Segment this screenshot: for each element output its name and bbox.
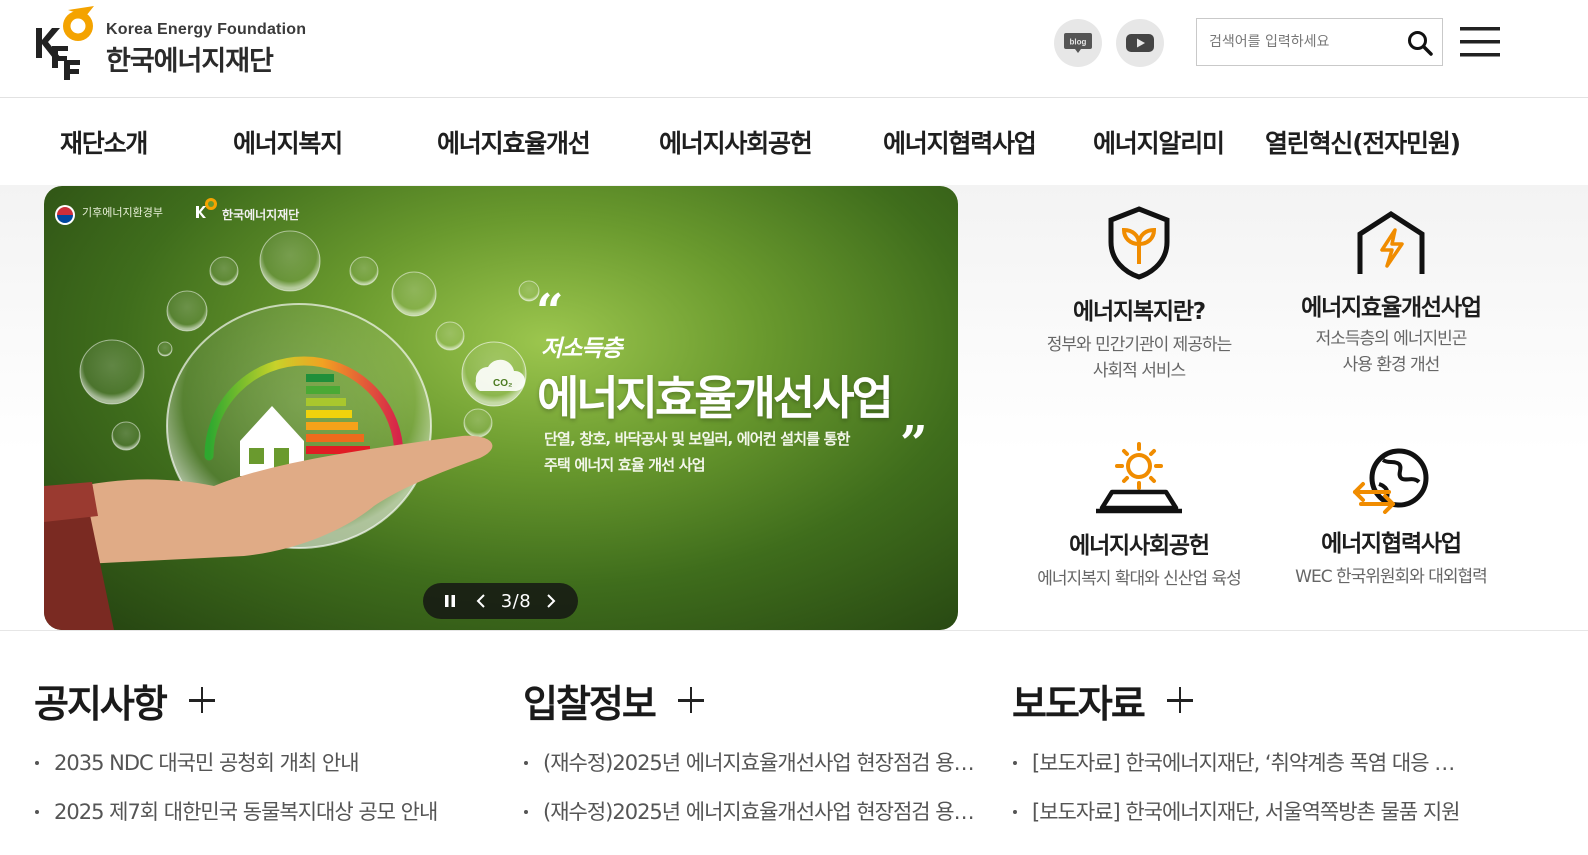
youtube-icon <box>1126 34 1154 52</box>
board-title: 입찰정보 <box>523 681 657 726</box>
banner-partner-kef: 한국에너지재단 <box>222 208 300 222</box>
hamburger-menu-icon[interactable] <box>1459 24 1501 60</box>
list-item[interactable]: 2035 NDC 대국민 공청회 개최 안내 <box>34 748 504 797</box>
quick-link-cooperation[interactable]: 에너지협력사업 WEC 한국위원회와 대외협력 <box>1271 446 1511 590</box>
logo-english-name: Korea Energy Foundation <box>106 21 307 38</box>
notice-board: 공지사항 2035 NDC 대국민 공청회 개최 안내 2025 제7회 대한민… <box>34 672 504 846</box>
chevron-right-icon <box>547 594 556 608</box>
quick-link-title: 에너지복지란? <box>1073 299 1206 325</box>
banner-subtitle: 저소득층 <box>541 336 623 362</box>
site-logo[interactable]: Korea Energy Foundation 한국에너지재단 <box>34 6 306 84</box>
more-plus-icon[interactable] <box>677 685 707 715</box>
solar-panel-sun-icon <box>1096 442 1182 514</box>
search-icon[interactable] <box>1406 29 1434 57</box>
main-navigation: 재단소개 에너지복지 에너지효율개선 에너지사회공헌 에너지협력사업 에너지알리… <box>0 99 1588 185</box>
logo-korean-name: 한국에너지재단 <box>106 46 274 77</box>
search-box <box>1196 18 1443 66</box>
list-item[interactable]: [보도자료] 한국에너지재단, ‘취약계층 폭염 대응 지원’ <box>1012 748 1464 797</box>
blog-icon-label: blog <box>1070 38 1087 47</box>
slide-counter: 3/8 <box>500 590 532 612</box>
nav-item-energy-news[interactable]: 에너지알리미 <box>1093 124 1225 160</box>
kef-logo-mark-icon <box>36 6 94 80</box>
chevron-left-icon <box>476 594 485 608</box>
next-slide-button[interactable] <box>540 590 562 612</box>
pause-button[interactable] <box>439 590 461 612</box>
quick-link-description: 저소득층의 에너지빈곤 사용 환경 개선 <box>1315 329 1468 375</box>
quick-link-energy-welfare[interactable]: 에너지복지란? 정부와 민간기관이 제공하는 사회적 서비스 <box>1019 206 1259 384</box>
blog-button[interactable]: blog <box>1054 19 1102 67</box>
search-input[interactable] <box>1209 19 1399 65</box>
quick-link-description: 에너지복지 확대와 신산업 육성 <box>1037 569 1242 589</box>
house-lightning-icon <box>1357 211 1425 274</box>
list-item[interactable]: (재수정)2025년 에너지효율개선사업 현장점검 용역 제안요청서 <box>523 797 975 846</box>
globe-exchange-icon <box>1353 448 1429 514</box>
nav-item-foundation-intro[interactable]: 재단소개 <box>60 124 148 160</box>
banner-description: 단열, 창호, 바닥공사 및 보일러, 에어컨 설치를 통한 주택 에너지 효율… <box>544 430 850 474</box>
nav-item-efficiency-improvement[interactable]: 에너지효율개선 <box>437 124 591 160</box>
site-header: Korea Energy Foundation 한국에너지재단 blog <box>0 0 1588 98</box>
blog-icon: blog <box>1064 33 1092 53</box>
prev-slide-button[interactable] <box>470 590 492 612</box>
list-item[interactable]: [보도자료] 한국에너지재단, 서울역쪽방촌 물품 지원 <box>1012 797 1464 846</box>
government-emblem-icon <box>55 205 75 225</box>
nav-item-energy-welfare[interactable]: 에너지복지 <box>233 124 343 160</box>
main-banner-slide[interactable]: CO₂ 기후에너지환경부 한국에너지재단 “ 저소득층 에너지효율개선사업 단열… <box>44 186 958 630</box>
banner-partner-ministry: 기후에너지환경부 <box>82 206 163 219</box>
bid-info-board: 입찰정보 (재수정)2025년 에너지효율개선사업 현장점검 용역 입찰공고 (… <box>523 672 975 846</box>
quick-link-efficiency-project[interactable]: 에너지효율개선사업 저소득층의 에너지빈곤 사용 환경 개선 <box>1271 210 1511 378</box>
more-plus-icon[interactable] <box>1166 685 1196 715</box>
quick-link-description: WEC 한국위원회와 대외협력 <box>1295 567 1488 587</box>
pause-icon <box>445 595 455 607</box>
board-title: 공지사항 <box>34 681 168 726</box>
quick-link-title: 에너지사회공헌 <box>1069 533 1210 559</box>
quick-link-social-contribution[interactable]: 에너지사회공헌 에너지복지 확대와 신산업 육성 <box>1019 442 1259 592</box>
list-item[interactable]: (재수정)2025년 에너지효율개선사업 현장점검 용역 입찰공고 <box>523 748 975 797</box>
quick-link-title: 에너지효율개선사업 <box>1301 295 1482 321</box>
nav-item-open-innovation[interactable]: 열린혁신(전자민원) <box>1265 124 1461 160</box>
close-quote-icon: ” <box>900 416 928 472</box>
svg-text:CO₂: CO₂ <box>493 378 512 389</box>
press-release-board: 보도자료 [보도자료] 한국에너지재단, ‘취약계층 폭염 대응 지원’ [보도… <box>1012 672 1464 846</box>
board-list: (재수정)2025년 에너지효율개선사업 현장점검 용역 입찰공고 (재수정)2… <box>523 748 975 846</box>
kef-small-logo-icon <box>196 198 217 218</box>
board-list: [보도자료] 한국에너지재단, ‘취약계층 폭염 대응 지원’ [보도자료] 한… <box>1012 748 1464 846</box>
quick-link-description: 정부와 민간기관이 제공하는 사회적 서비스 <box>1046 335 1233 381</box>
youtube-button[interactable] <box>1116 19 1164 67</box>
nav-item-social-contribution[interactable]: 에너지사회공헌 <box>659 124 813 160</box>
nav-item-cooperation[interactable]: 에너지협력사업 <box>883 124 1037 160</box>
board-title: 보도자료 <box>1012 681 1146 726</box>
list-item[interactable]: 2025 제7회 대한민국 동물복지대상 공모 안내 <box>34 797 504 846</box>
quick-link-title: 에너지협력사업 <box>1321 531 1462 557</box>
banner-title: 에너지효율개선사업 <box>537 371 894 425</box>
more-plus-icon[interactable] <box>188 685 218 715</box>
board-list: 2035 NDC 대국민 공청회 개최 안내 2025 제7회 대한민국 동물복… <box>34 748 504 846</box>
shield-sprout-icon <box>1108 206 1170 280</box>
slider-controls: 3/8 <box>423 583 578 619</box>
